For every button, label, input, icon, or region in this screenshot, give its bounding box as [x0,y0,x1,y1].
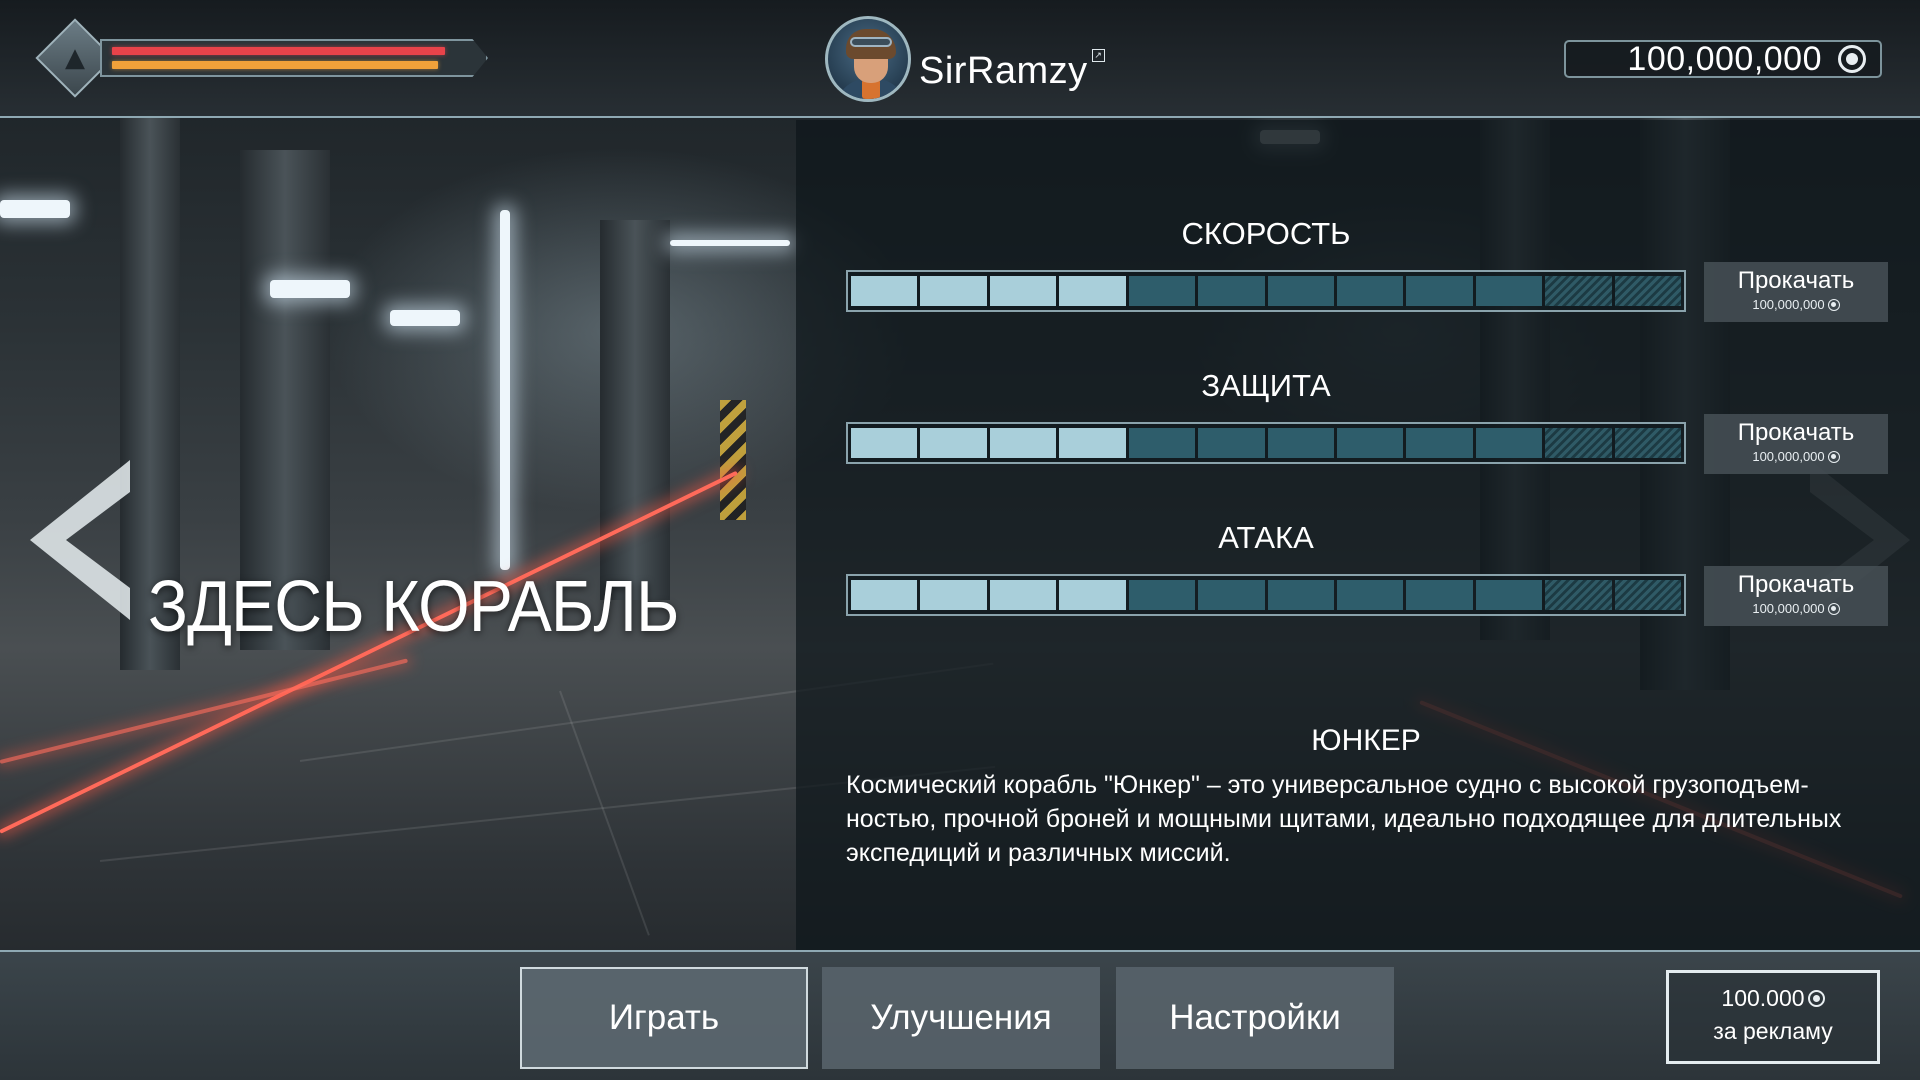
ad-reward-button[interactable]: 100.000 за рекламу [1666,970,1880,1064]
settings-button[interactable]: Настройки [1116,967,1394,1069]
stat-segment-empty [1336,428,1404,458]
stat-track-attack [846,574,1686,616]
stat-segment-filled [1059,580,1126,610]
upgrade-defense-button[interactable]: Прокачать 100,000,000 [1704,414,1888,474]
ad-reward-label: за рекламу [1713,1018,1833,1044]
stat-title-defense: ЗАЩИТА [1201,368,1331,403]
stat-segment-empty [1128,276,1196,306]
stat-segment-locked [1614,428,1682,458]
ad-reward-amount: 100.000 [1721,985,1825,1012]
player-name: SirRamzy [919,49,1088,92]
upgrade-cost: 100,000,000 [1752,601,1840,616]
bottom-nav: Играть Улучшения Настройки 100.000 за ре… [0,950,1920,1080]
health-energy-frame [100,39,488,77]
stat-segment-filled [1059,428,1126,458]
stat-segment-locked [1545,276,1612,306]
stat-title-attack: АТАКА [1218,520,1314,555]
top-bar: ▲ SirRamzy ↗ 100,000,000 [0,0,1920,118]
upgrade-cost-value: 100,000,000 [1752,297,1825,312]
upgrade-cost-value: 100,000,000 [1752,449,1825,464]
stat-segment-empty [1336,276,1404,306]
stat-segment-empty [1267,580,1334,610]
player-profile[interactable]: SirRamzy ↗ [825,14,1105,104]
arrow-left-icon[interactable] [30,460,140,620]
stat-segment-empty [1267,276,1334,306]
energy-bar [112,61,438,69]
stat-segment-empty [1406,276,1473,306]
stat-track-speed [846,270,1686,312]
stat-segment-locked [1614,276,1682,306]
stat-segment-filled [920,428,987,458]
ship-placeholder[interactable]: ЗДЕСЬ КОРАБЛЬ [148,566,679,648]
stat-segment-locked [1545,428,1612,458]
stat-segment-empty [1475,276,1543,306]
stat-segment-filled [920,276,987,306]
upgrade-cost-value: 100,000,000 [1752,601,1825,616]
upgrade-cost: 100,000,000 [1752,297,1840,312]
stat-segment-filled [851,580,918,610]
floor-seam [559,690,650,936]
coin-icon [1827,298,1840,311]
stat-segment-locked [1545,580,1612,610]
stat-segment-empty [1198,428,1265,458]
ship-description-line: Космический корабль "Юнкер" – это универ… [846,771,1809,799]
play-button[interactable]: Играть [520,967,808,1069]
upgrades-button[interactable]: Улучшения [822,967,1100,1069]
coin-icon [1827,450,1840,463]
stat-segment-empty [1198,276,1265,306]
ceiling-lamp [500,210,510,570]
stat-segment-empty [1128,580,1196,610]
upgrade-attack-button[interactable]: Прокачать 100,000,000 [1704,566,1888,626]
stat-track-defense [846,422,1686,464]
stat-segment-empty [1475,580,1543,610]
coin-icon [1807,990,1825,1007]
stat-segment-filled [851,276,918,306]
stat-segment-empty [1475,428,1543,458]
ceiling-lamp [0,200,70,218]
stat-segment-filled [851,428,918,458]
avatar-goggles [850,37,892,47]
hangar-pillar [600,220,670,600]
coin-icon [1838,45,1866,73]
ship-stats-panel: СКОРОСТЬ Прокачать 100,000,000 ЗАЩИТА Пр… [796,120,1920,950]
stat-segment-filled [989,580,1057,610]
floor-light-strip [0,658,409,764]
coin-icon [1827,602,1840,615]
currency-display: 100,000,000 [1564,40,1882,78]
ceiling-lamp [390,310,460,326]
stat-segment-empty [1128,428,1196,458]
stat-segment-empty [1267,428,1334,458]
ship-description-line: экспедиций и различных миссий. [846,839,1231,867]
ceiling-lamp [270,280,350,298]
ship-description-line: ностью, прочной броней и мощными щитами,… [846,805,1842,833]
stat-segment-filled [989,428,1057,458]
ship-emblem-glyph: ▲ [65,43,85,73]
avatar[interactable] [825,16,911,102]
ship-description: Космический корабль "Юнкер" – это универ… [846,768,1896,870]
stat-segment-filled [1059,276,1126,306]
stat-segment-filled [989,276,1057,306]
edit-icon[interactable]: ↗ [1091,48,1105,62]
stat-segment-locked [1614,580,1682,610]
stat-title-speed: СКОРОСТЬ [1181,216,1351,251]
ship-name: ЮНКЕР [1311,724,1421,757]
hazard-stripes [720,400,746,520]
stat-segment-empty [1406,580,1473,610]
upgrade-cost: 100,000,000 [1752,449,1840,464]
stat-segment-empty [1198,580,1265,610]
health-bar [112,47,445,55]
currency-value: 100,000,000 [1627,39,1822,78]
stat-segment-empty [1336,580,1404,610]
upgrade-label: Прокачать [1737,571,1855,598]
ad-reward-value: 100.000 [1721,985,1805,1011]
upgrade-speed-button[interactable]: Прокачать 100,000,000 [1704,262,1888,322]
stat-segment-filled [920,580,987,610]
upgrade-label: Прокачать [1737,419,1855,446]
upgrade-label: Прокачать [1737,267,1855,294]
stat-segment-empty [1406,428,1473,458]
ceiling-lamp [670,240,790,246]
